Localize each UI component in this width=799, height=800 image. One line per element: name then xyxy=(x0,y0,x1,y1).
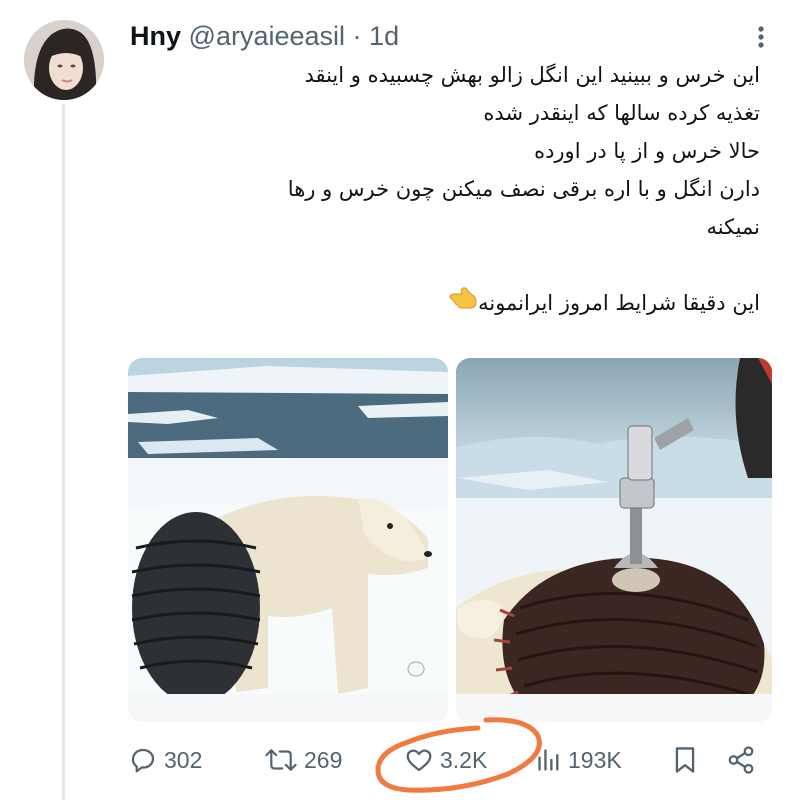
tweet-media[interactable] xyxy=(128,358,772,722)
share-button[interactable] xyxy=(726,738,762,782)
tweet-actions-bar: 302 269 3.2K 193K xyxy=(128,738,768,782)
author-name[interactable]: Hny xyxy=(130,21,181,51)
heart-icon xyxy=(406,749,432,772)
repost-button[interactable]: 269 xyxy=(264,738,342,782)
bookmark-button[interactable] xyxy=(672,738,704,782)
views-chart-icon xyxy=(538,749,559,771)
tweet-header: Hny @aryaieeasil · 1d xyxy=(130,18,399,54)
like-count: 3.2K xyxy=(440,746,488,773)
repost-count: 269 xyxy=(304,746,343,773)
tweet-line: حالا خرس و از پا در اورده xyxy=(534,139,760,163)
like-button[interactable]: 3.2K xyxy=(404,738,487,782)
bookmark-icon xyxy=(675,747,695,773)
avatar-photo xyxy=(24,20,104,100)
reply-icon xyxy=(131,748,155,773)
views-count: 193K xyxy=(568,746,622,773)
tweet-text: این خرس و ببینید این انگل زالو بهش چسبید… xyxy=(140,56,760,323)
share-icon xyxy=(728,746,754,774)
polar-bear-with-giant-isopod-image[interactable] xyxy=(128,358,448,722)
reply-button[interactable]: 302 xyxy=(128,738,202,782)
repost-icon xyxy=(265,749,297,771)
tweet-closing-line: این دقیقا شرایط امروز ایرانمونه xyxy=(140,284,760,323)
tweet-line: نمیکنه xyxy=(706,215,760,239)
author-handle[interactable]: @aryaieeasil xyxy=(189,21,345,51)
header-separator: · xyxy=(352,21,362,51)
tweet-line: تغذیه کرده سالها که اینقدر شده xyxy=(483,101,760,125)
closing-text: این دقیقا شرایط امروز ایرانمونه xyxy=(478,291,760,315)
thread-line xyxy=(62,104,65,800)
tweet-line: دارن انگل و با اره برقی نصف میکنن چون خر… xyxy=(287,177,760,201)
isopod-on-bear-with-tool-image[interactable] xyxy=(456,358,772,722)
more-options-button[interactable] xyxy=(748,22,774,52)
tweet-line: این خرس و ببینید این انگل زالو بهش چسبید… xyxy=(304,63,760,87)
more-options-icon xyxy=(758,26,764,48)
author-avatar[interactable] xyxy=(24,20,104,100)
views-button[interactable]: 193K xyxy=(536,738,622,782)
tweet-timestamp[interactable]: 1d xyxy=(369,21,399,51)
pointing-left-hand-icon xyxy=(448,285,478,323)
reply-count: 302 xyxy=(164,746,203,773)
